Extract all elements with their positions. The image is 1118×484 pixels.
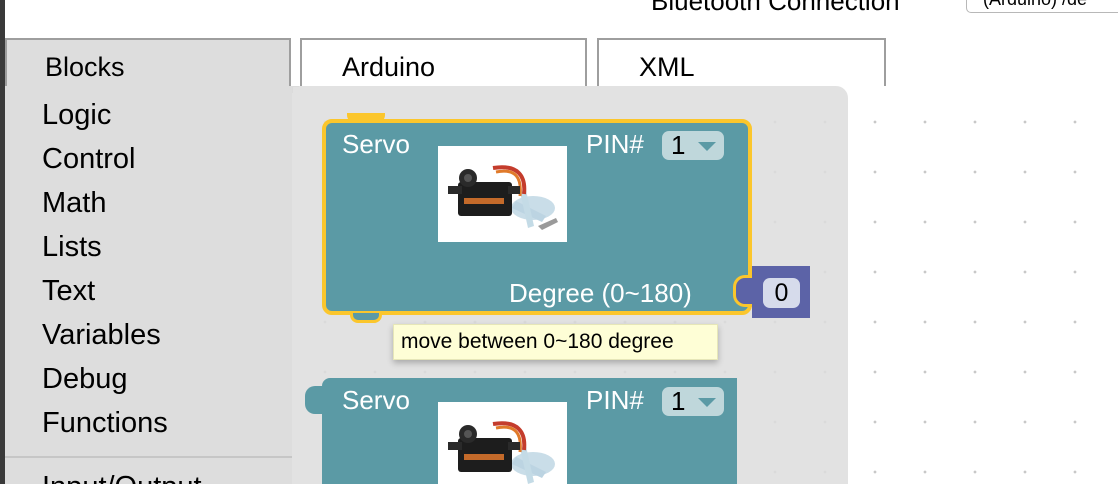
toolbox-separator bbox=[5, 456, 292, 458]
bluetooth-port-select[interactable]: (Arduino) /de bbox=[966, 0, 1118, 13]
servo-pin-label: PIN# bbox=[586, 129, 644, 159]
tab-arduino[interactable]: Arduino bbox=[300, 38, 587, 88]
toolbox-category-lists[interactable]: Lists bbox=[42, 230, 102, 264]
tab-xml[interactable]: XML bbox=[597, 38, 886, 88]
servo-pin-value: 1 bbox=[671, 130, 686, 160]
servo-motor-drawing bbox=[448, 165, 558, 230]
servo-motor-drawing bbox=[448, 421, 555, 484]
servo-pin-dropdown[interactable]: 1 bbox=[662, 387, 724, 416]
toolbox-category-input-output[interactable]: Input/Output bbox=[42, 470, 202, 484]
block-notch bbox=[347, 113, 385, 123]
toolbox-category-logic[interactable]: Logic bbox=[42, 98, 111, 132]
toolbox-category-control[interactable]: Control bbox=[42, 142, 136, 176]
bluetooth-connection-label: Bluetooth Connection bbox=[651, 0, 900, 16]
servo-pin-value: 1 bbox=[671, 386, 686, 416]
toolbox-category-text[interactable]: Text bbox=[42, 274, 95, 308]
degree-value-field[interactable]: 0 bbox=[763, 278, 800, 308]
block-notch-bottom bbox=[350, 313, 382, 323]
servo-pin-label: PIN# bbox=[586, 385, 644, 415]
servo-block-title: Servo bbox=[342, 129, 410, 159]
chevron-down-icon bbox=[698, 142, 716, 151]
chevron-down-icon bbox=[698, 398, 716, 407]
toolbox-category-math[interactable]: Math bbox=[42, 186, 106, 220]
tab-blocks[interactable]: Blocks bbox=[5, 38, 291, 88]
toolbox: Logic Control Math Lists Text Variables … bbox=[5, 86, 292, 484]
servo-pin-dropdown[interactable]: 1 bbox=[662, 131, 724, 160]
servo-degree-label: Degree (0~180) bbox=[509, 278, 692, 308]
servo-motor-icon bbox=[438, 146, 567, 242]
toolbox-category-functions[interactable]: Functions bbox=[42, 406, 168, 440]
servo-block-title: Servo bbox=[342, 385, 410, 415]
block-tooltip: move between 0~180 degree bbox=[393, 324, 718, 360]
toolbox-category-debug[interactable]: Debug bbox=[42, 362, 127, 396]
top-bar: Bluetooth Connection (Arduino) /de bbox=[5, 0, 1118, 38]
servo-motor-icon bbox=[438, 402, 567, 484]
toolbox-category-variables[interactable]: Variables bbox=[42, 318, 161, 352]
